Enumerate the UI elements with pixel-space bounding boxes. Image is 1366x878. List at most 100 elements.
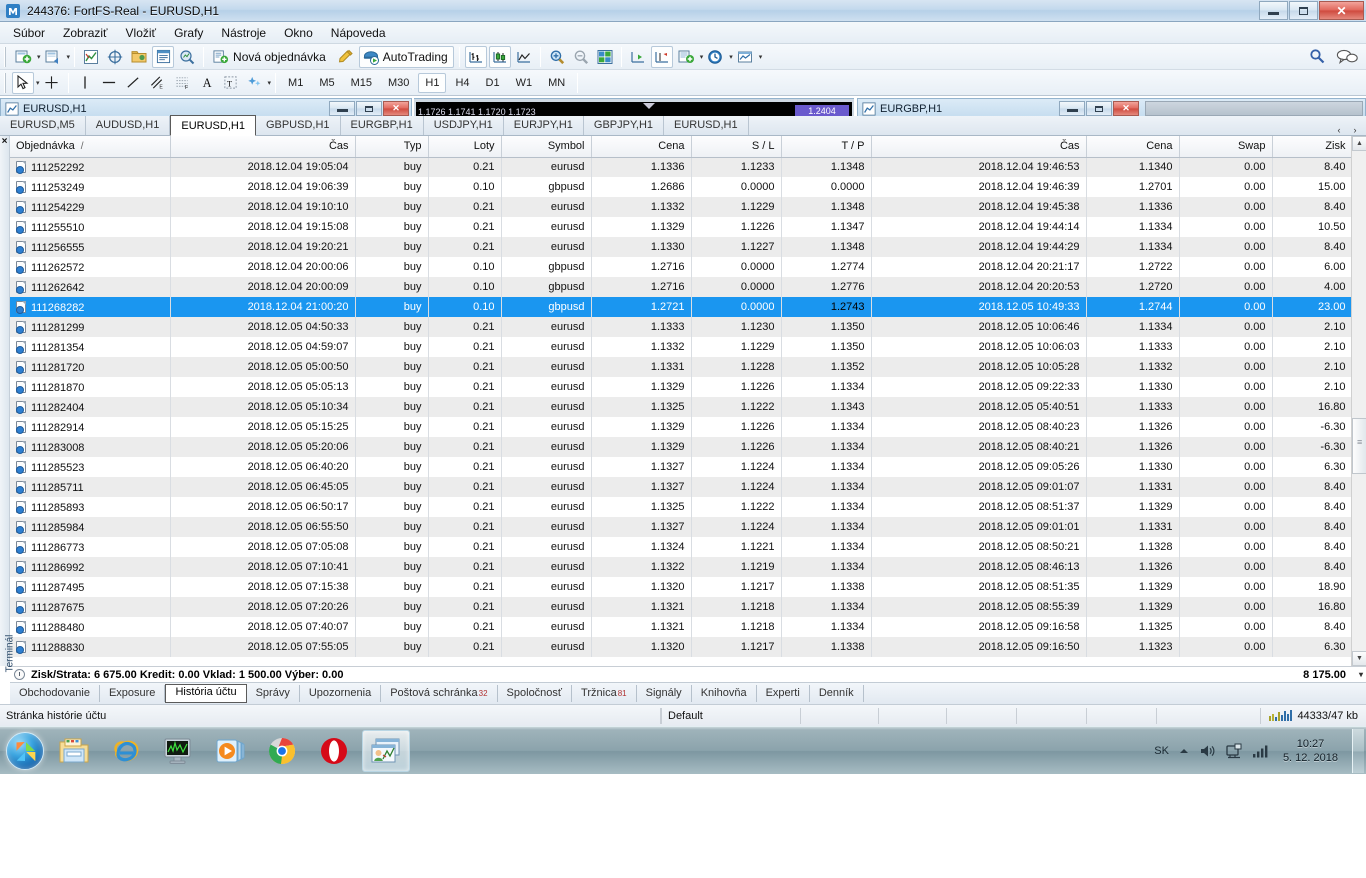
profiles-caret[interactable]: ▾ — [67, 53, 71, 61]
col-tp[interactable]: T / P — [781, 136, 872, 158]
menu-grafy[interactable]: Grafy — [165, 24, 212, 42]
timeframe-w1[interactable]: W1 — [509, 73, 540, 93]
strategy-tester-icon[interactable] — [176, 46, 198, 68]
indicators-icon[interactable] — [675, 46, 698, 68]
table-row[interactable]: 111256555 2018.12.04 19:20:21 buy 0.21 eurus… — [10, 237, 1366, 257]
col-open-time[interactable]: Čas — [170, 136, 356, 158]
chart-tab-eurusd-h1-2[interactable]: EURUSD,H1 — [664, 116, 749, 135]
resource-monitor-icon[interactable] — [154, 730, 202, 772]
table-row[interactable]: 111285893 2018.12.05 06:50:17 buy 0.21 eurus… — [10, 497, 1366, 517]
opera-icon[interactable] — [310, 730, 358, 772]
vertical-line-icon[interactable] — [74, 72, 96, 94]
timeframe-h1[interactable]: H1 — [418, 72, 447, 93]
table-row[interactable]: 111281354 2018.12.05 04:59:07 buy 0.21 eurus… — [10, 337, 1366, 357]
equidistant-channel-icon[interactable]: E — [146, 72, 169, 94]
zoom-out-icon[interactable] — [570, 46, 592, 68]
table-row[interactable]: 111285984 2018.12.05 06:55:50 buy 0.21 eurus… — [10, 517, 1366, 537]
timeframe-h4[interactable]: H4 — [448, 73, 476, 93]
chart-tab-next-icon[interactable]: › — [1348, 125, 1362, 135]
horizontal-line-icon[interactable] — [98, 72, 120, 94]
terminal-tab-experti[interactable]: Experti — [757, 685, 810, 702]
col-close-time[interactable]: Čas — [871, 136, 1087, 158]
shapes-icon[interactable] — [244, 72, 266, 94]
search-icon[interactable] — [1309, 48, 1326, 65]
scroll-thumb[interactable] — [1352, 418, 1366, 474]
terminal-tab-exposure[interactable]: Exposure — [100, 685, 166, 702]
toolbar2-grip[interactable] — [4, 72, 8, 93]
bar-chart-icon[interactable] — [464, 45, 487, 68]
chart-close-button-right[interactable]: ✕ — [1113, 101, 1139, 116]
table-row[interactable]: 111287675 2018.12.05 07:20:26 buy 0.21 eurus… — [10, 597, 1366, 617]
chart-shift-icon[interactable] — [627, 46, 649, 68]
taskbar-clock[interactable]: 10:27 5. 12. 2018 — [1277, 737, 1344, 765]
col-sl[interactable]: S / L — [691, 136, 782, 158]
table-row[interactable]: 111286773 2018.12.05 07:05:08 buy 0.21 eurus… — [10, 537, 1366, 557]
col-swap[interactable]: Swap — [1179, 136, 1273, 158]
table-row[interactable]: 111255510 2018.12.04 19:15:08 buy 0.21 eurus… — [10, 217, 1366, 237]
terminal-tab-upozornenia[interactable]: Upozornenia — [300, 685, 382, 702]
table-row[interactable]: 111282914 2018.12.05 05:15:25 buy 0.21 eurus… — [10, 417, 1366, 437]
col-close-price[interactable]: Cena — [1086, 136, 1180, 158]
toolbar-grip[interactable] — [4, 46, 8, 67]
table-row[interactable]: 111286992 2018.12.05 07:10:41 buy 0.21 eurus… — [10, 557, 1366, 577]
autotrading-button[interactable]: AutoTrading — [358, 45, 454, 68]
network-icon[interactable] — [1225, 743, 1243, 759]
indicators-caret[interactable]: ▾ — [700, 53, 704, 61]
candlestick-chart-icon[interactable] — [488, 45, 511, 68]
col-symbol[interactable]: Symbol — [501, 136, 592, 158]
col-type[interactable]: Typ — [355, 136, 429, 158]
crosshair-icon[interactable] — [41, 72, 63, 94]
templates-icon[interactable] — [734, 46, 757, 68]
terminal-tab-spolocnost[interactable]: Spoločnosť — [498, 685, 573, 702]
table-row[interactable]: 111281720 2018.12.05 05:00:50 buy 0.21 eurus… — [10, 357, 1366, 377]
line-chart-icon[interactable] — [513, 46, 535, 68]
scroll-up-icon[interactable]: ▲ — [1352, 136, 1366, 151]
chart-tab-usdjpy-h1[interactable]: USDJPY,H1 — [424, 116, 504, 135]
chart-tab-prev-icon[interactable]: ‹ — [1332, 125, 1346, 135]
new-chart-caret[interactable]: ▾ — [37, 53, 41, 61]
table-row[interactable]: 111285523 2018.12.05 06:40:20 buy 0.21 eurus… — [10, 457, 1366, 477]
col-order[interactable]: Objednávka / — [10, 136, 171, 158]
chart-tab-eurusd-m5[interactable]: EURUSD,M5 — [0, 116, 86, 135]
chart-minimize-button[interactable] — [329, 101, 355, 116]
chart-tab-eurgbp-h1[interactable]: EURGBP,H1 — [341, 116, 424, 135]
signal-icon[interactable] — [1251, 743, 1269, 759]
timeframe-mn[interactable]: MN — [541, 73, 572, 93]
timeframe-m15[interactable]: M15 — [344, 73, 379, 93]
terminal-tab-trznica[interactable]: Tržnica 81 — [572, 685, 637, 702]
terminal-close-icon[interactable]: × — [0, 136, 9, 147]
auto-scroll-icon[interactable] — [650, 45, 673, 68]
terminal-tab-spravy[interactable]: Správy — [247, 685, 300, 702]
chart-restore-button[interactable] — [356, 101, 382, 116]
metatrader-icon-taskbar[interactable] — [362, 729, 410, 772]
chat-icon[interactable] — [1336, 48, 1358, 65]
menu-zobrazit[interactable]: Zobraziť — [54, 24, 117, 42]
chart-tab-audusd-h1[interactable]: AUDUSD,H1 — [86, 116, 171, 135]
text-label-icon[interactable]: T — [220, 72, 242, 94]
menu-subor[interactable]: Súbor — [4, 24, 54, 42]
file-explorer-icon[interactable] — [50, 730, 98, 772]
show-hidden-icons[interactable] — [1177, 744, 1191, 758]
cursor-caret[interactable]: ▾ — [36, 79, 40, 87]
timeframe-m30[interactable]: M30 — [381, 73, 416, 93]
table-row[interactable]: 111285711 2018.12.05 06:45:05 buy 0.21 eurus… — [10, 477, 1366, 497]
scroll-down-icon[interactable]: ▼ — [1352, 651, 1366, 666]
table-row[interactable]: 111287495 2018.12.05 07:15:38 buy 0.21 eurus… — [10, 577, 1366, 597]
navigator-icon[interactable] — [128, 46, 150, 68]
maximize-button[interactable] — [1289, 1, 1318, 20]
market-watch-icon[interactable] — [80, 46, 102, 68]
minimize-button[interactable] — [1259, 1, 1288, 20]
chart-tab-gbpusd-h1[interactable]: GBPUSD,H1 — [256, 116, 341, 135]
terminal-tab-knihovna[interactable]: Knihovňa — [692, 685, 757, 702]
periods-clock-icon[interactable] — [704, 46, 727, 68]
menu-nastroje[interactable]: Nástroje — [212, 24, 275, 42]
timeframe-m5[interactable]: M5 — [312, 73, 341, 93]
windows-start-orb[interactable] — [2, 729, 48, 773]
table-row[interactable]: 111262572 2018.12.04 20:00:06 buy 0.10 gbpus… — [10, 257, 1366, 277]
summary-caret-icon[interactable]: ▾ — [1359, 670, 1363, 679]
data-window-icon[interactable] — [104, 46, 126, 68]
chart-tab-eurjpy-h1[interactable]: EURJPY,H1 — [504, 116, 584, 135]
chart-tab-gbpjpy-h1[interactable]: GBPJPY,H1 — [584, 116, 665, 135]
table-row[interactable]: 111262642 2018.12.04 20:00:09 buy 0.10 gbpus… — [10, 277, 1366, 297]
table-row[interactable]: 111281299 2018.12.05 04:50:33 buy 0.21 eurus… — [10, 317, 1366, 337]
